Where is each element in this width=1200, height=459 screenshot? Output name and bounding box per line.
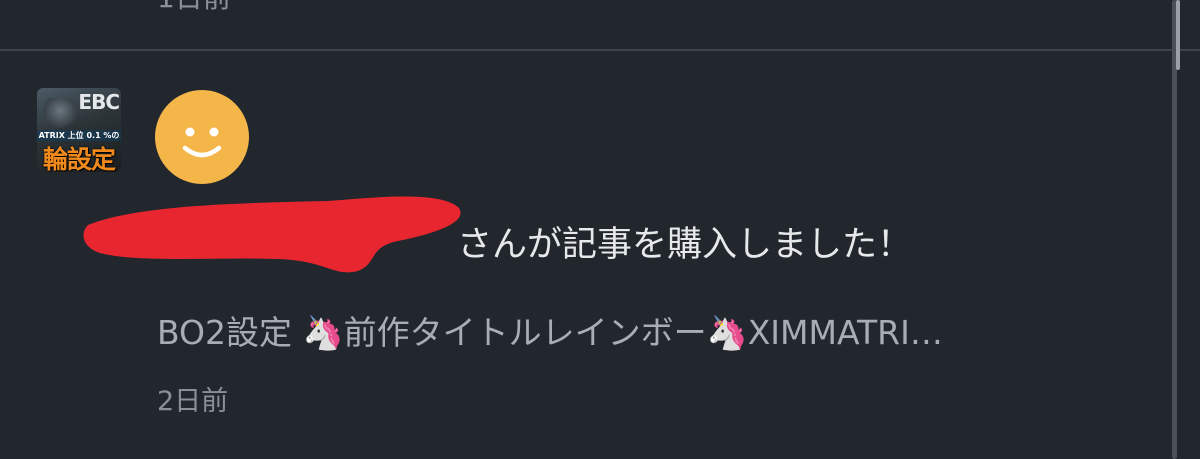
thumbnail-figure xyxy=(43,98,77,130)
divider xyxy=(0,49,1200,51)
scrollbar-thumb[interactable] xyxy=(1176,0,1180,70)
purchase-message-text: さんが記事を購入しました！ xyxy=(457,225,913,265)
purchase-message: さんが記事を購入しました！ xyxy=(157,223,912,267)
smiley-face-icon xyxy=(182,127,222,158)
notification-list: 1日前 EBC ATRIX 上位 0.1 %の 輪設定 さんが記事を購入しました… xyxy=(0,0,1200,459)
user-avatar[interactable] xyxy=(155,90,249,184)
previous-notification-time: 1日前 xyxy=(157,0,231,16)
article-title[interactable]: BO2設定 🦄前作タイトルレインボー🦄XIMMATRI… xyxy=(157,311,1147,355)
article-thumbnail[interactable]: EBC ATRIX 上位 0.1 %の 輪設定 xyxy=(37,88,121,172)
notification-time: 2日前 xyxy=(157,386,229,417)
thumbnail-top-text: EBC xyxy=(78,90,120,114)
thumbnail-title-text: 輪設定 xyxy=(42,145,116,172)
